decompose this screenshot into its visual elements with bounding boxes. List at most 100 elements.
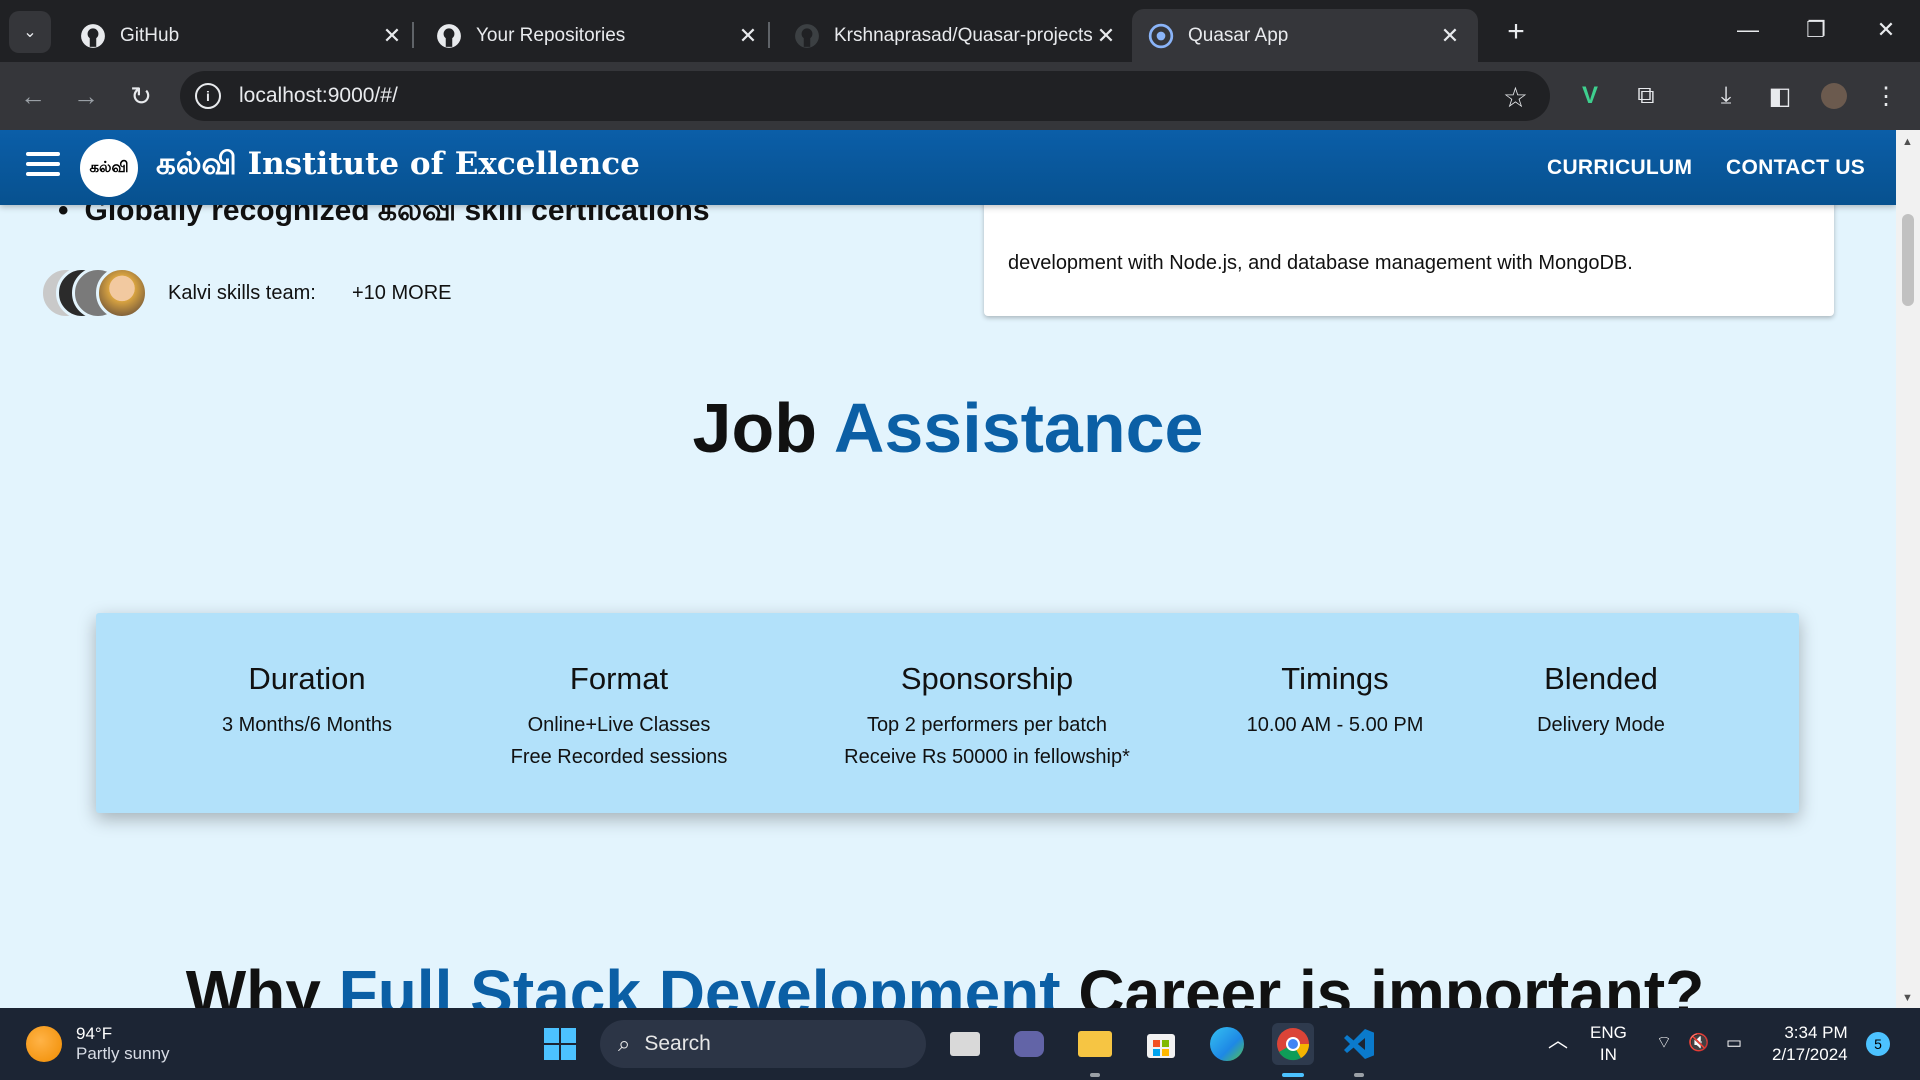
- store-logo: [1147, 1034, 1175, 1058]
- site-logo[interactable]: கல்வி: [80, 139, 138, 197]
- info-heading: Format: [569, 661, 669, 696]
- info-line: Delivery Mode: [1537, 714, 1665, 736]
- vue-devtools-icon[interactable]: V: [1570, 76, 1610, 116]
- tab-quasar-projects[interactable]: Krshnaprasad/Quasar-projects ✕: [778, 9, 1134, 62]
- site-header: கல்வி கல்வி Institute of Excellence CURR…: [0, 130, 1896, 205]
- close-icon[interactable]: ✕: [736, 23, 760, 49]
- info-line: Receive Rs 50000 in fellowship*: [844, 746, 1130, 768]
- more-team-button[interactable]: +10 MORE: [352, 282, 451, 305]
- title-part: Career is important?: [1078, 957, 1705, 1008]
- close-icon[interactable]: ✕: [1094, 23, 1118, 49]
- tab-separator: [412, 22, 414, 48]
- info-column-format: Format Online+Live Classes Free Recorded…: [511, 661, 728, 773]
- site-info-icon[interactable]: i: [195, 83, 221, 109]
- side-panel-icon[interactable]: ◧: [1760, 76, 1800, 116]
- new-tab-button[interactable]: +: [1496, 12, 1536, 52]
- title-accent: Full Stack Development: [338, 957, 1061, 1008]
- tab-github[interactable]: GitHub ✕: [64, 9, 420, 62]
- restore-icon: ❐: [1806, 17, 1826, 42]
- tab-quasar-app[interactable]: Quasar App ✕: [1132, 9, 1478, 62]
- restore-button[interactable]: ❐: [1788, 8, 1844, 52]
- close-window-button[interactable]: ✕: [1858, 8, 1914, 52]
- chrome-logo: [1277, 1028, 1310, 1061]
- info-line: Online+Live Classes: [527, 714, 711, 736]
- avatar: [96, 267, 148, 319]
- site-brand-title: கல்வி Institute of Excellence: [156, 146, 640, 182]
- github-icon: [795, 23, 819, 48]
- reload-button[interactable]: ↻: [121, 76, 161, 116]
- title-part: Job: [692, 389, 817, 467]
- tab-search-button[interactable]: ⌄: [9, 11, 51, 53]
- scroll-up-icon[interactable]: ▲: [1902, 136, 1913, 148]
- edge-icon[interactable]: [1206, 1023, 1248, 1065]
- close-icon[interactable]: ✕: [1438, 23, 1462, 49]
- speaker-muted-icon[interactable]: 🔇: [1688, 1032, 1709, 1054]
- system-clock[interactable]: 3:34 PM 2/17/2024: [1772, 1022, 1848, 1066]
- info-heading: Blended: [1544, 661, 1658, 696]
- nav-contact-us[interactable]: CONTACT US: [1726, 156, 1865, 180]
- team-avatars: [40, 267, 152, 319]
- address-bar[interactable]: i localhost:9000/#/ ☆: [180, 71, 1550, 121]
- vscode-icon[interactable]: [1338, 1023, 1380, 1065]
- extensions-icon[interactable]: ⧉: [1626, 76, 1666, 116]
- bookmark-star-icon[interactable]: ☆: [1503, 81, 1528, 114]
- microsoft-store-icon[interactable]: [1140, 1023, 1182, 1065]
- teams-meet-icon[interactable]: [1008, 1023, 1050, 1065]
- kebab-menu-icon[interactable]: ⋮: [1866, 76, 1906, 116]
- file-explorer-icon[interactable]: [1074, 1023, 1116, 1065]
- weather-temp: 94°F: [76, 1024, 113, 1043]
- close-icon: ✕: [1876, 17, 1896, 42]
- hamburger-menu-icon[interactable]: [26, 152, 60, 182]
- title-part: Why: [185, 957, 321, 1008]
- forward-button[interactable]: →: [66, 76, 106, 116]
- tab-separator: [768, 22, 770, 48]
- wifi-icon[interactable]: ⌔: [1656, 1032, 1672, 1054]
- github-icon: [437, 23, 461, 48]
- minimize-button[interactable]: —: [1720, 8, 1776, 52]
- active-indicator: [1282, 1073, 1304, 1077]
- nav-curriculum[interactable]: CURRICULUM: [1547, 156, 1692, 180]
- taskbar-search-label: Search: [644, 1032, 711, 1055]
- title-accent: Assistance: [833, 389, 1204, 467]
- reload-icon: ↻: [130, 80, 152, 111]
- arrow-right-icon: →: [73, 80, 99, 111]
- partly-sunny-icon: [26, 1026, 62, 1062]
- task-view-icon[interactable]: [944, 1023, 986, 1065]
- profile-avatar[interactable]: [1814, 76, 1854, 116]
- download-icon[interactable]: ⤓: [1706, 76, 1746, 116]
- page-viewport: Globally recognized கல்வி skill certfica…: [0, 130, 1896, 1008]
- language-indicator[interactable]: ENG IN: [1590, 1022, 1627, 1066]
- info-line: Top 2 performers per batch: [866, 714, 1108, 736]
- start-button[interactable]: [539, 1023, 581, 1065]
- language-code: ENG: [1590, 1023, 1627, 1042]
- scroll-down-icon[interactable]: ▼: [1902, 992, 1913, 1004]
- scrollbar-thumb[interactable]: [1902, 214, 1914, 306]
- tab-title: Your Repositories: [476, 24, 626, 46]
- team-label: Kalvi skills team:: [168, 282, 316, 304]
- tab-title: Quasar App: [1188, 24, 1289, 46]
- tab-your-repositories[interactable]: Your Repositories ✕: [420, 9, 776, 62]
- job-assistance-title: Job Assistance: [0, 388, 1896, 468]
- github-icon: [81, 23, 105, 48]
- page-scrollbar[interactable]: ▲ ▼: [1896, 130, 1920, 1008]
- info-column-blended: Blended Delivery Mode: [1537, 661, 1665, 741]
- info-line: 10.00 AM - 5.00 PM: [1246, 714, 1424, 736]
- battery-icon[interactable]: ▭: [1726, 1032, 1742, 1054]
- browser-toolbar: ← → ↻ i localhost:9000/#/ ☆ V ⧉ ⤓ ◧ ⋮: [0, 62, 1920, 130]
- url-text: localhost:9000/#/: [239, 84, 398, 107]
- windows-taskbar: 94°F Partly sunny ⌕ Search ︿ ENG IN ⌔ 🔇 …: [0, 1008, 1920, 1080]
- tab-title: GitHub: [120, 24, 180, 46]
- weather-widget[interactable]: 94°F Partly sunny: [26, 1024, 170, 1064]
- notification-badge[interactable]: 5: [1866, 1032, 1890, 1056]
- browser-tabstrip: ⌄ GitHub ✕ Your Repositories ✕ Krshnapra…: [0, 0, 1920, 62]
- info-column-timings: Timings 10.00 AM - 5.00 PM: [1247, 661, 1424, 741]
- back-button[interactable]: ←: [13, 76, 53, 116]
- chevron-up-icon[interactable]: ︿: [1548, 1030, 1568, 1052]
- close-icon[interactable]: ✕: [380, 23, 404, 49]
- tab-title: Krshnaprasad/Quasar-projects: [834, 24, 1093, 46]
- program-info-strip: Duration 3 Months/6 Months Format Online…: [96, 613, 1799, 813]
- running-indicator: [1354, 1073, 1364, 1077]
- chrome-icon[interactable]: [1272, 1023, 1314, 1065]
- taskbar-search[interactable]: ⌕ Search: [600, 1020, 926, 1068]
- info-heading: Sponsorship: [900, 661, 1074, 696]
